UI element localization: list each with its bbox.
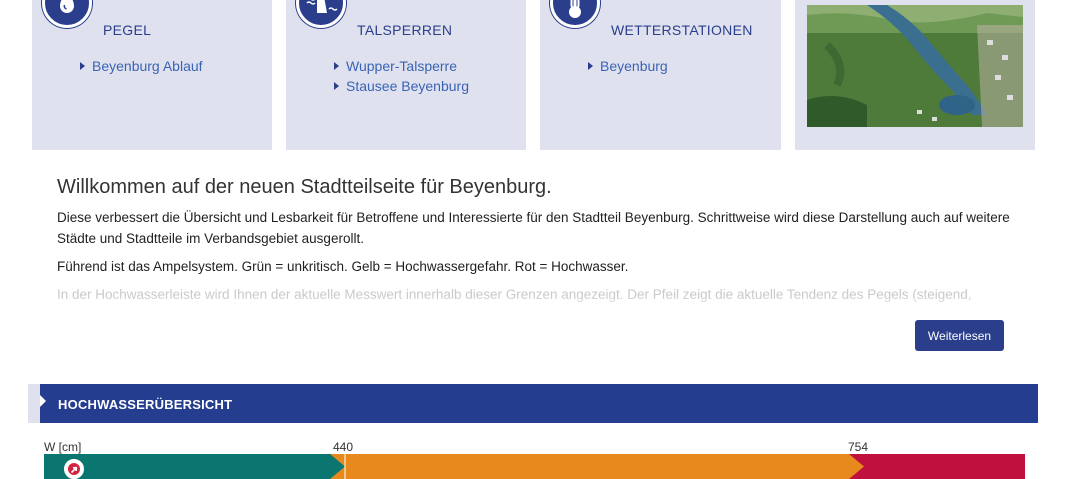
threshold-notch-1 [330, 454, 346, 479]
read-more-button[interactable]: Weiterlesen [915, 320, 1004, 351]
card-link-list: Wupper-Talsperre Stausee Beyenburg [334, 56, 469, 96]
card-wetterstationen: WETTERSTATIONEN Beyenburg [540, 0, 781, 150]
card-link-list: Beyenburg [588, 56, 668, 76]
card-link-list: Beyenburg Ablauf [80, 56, 203, 76]
dam-icon [296, 0, 346, 28]
threshold-notch-2 [849, 454, 864, 479]
welcome-heading: Willkommen auf der neuen Stadtteilseite … [57, 176, 552, 198]
trend-rising-icon [68, 463, 80, 475]
level-green-segment [44, 454, 345, 479]
chevron-right-icon [588, 62, 593, 70]
card-talsperren: TALSPERREN Wupper-Talsperre Stausee Beye… [286, 0, 526, 150]
scale-unit-label: W [cm] [44, 440, 82, 454]
card-photo [795, 0, 1035, 150]
welcome-paragraph-1: Diese verbessert die Übersicht und Lesba… [57, 210, 1010, 246]
welcome-paragraph-2: Führend ist das Ampelsystem. Grün = unkr… [57, 259, 629, 274]
threshold-label-1: 440 [333, 440, 354, 454]
threshold-label-2: 754 [848, 440, 869, 454]
card-title: TALSPERREN [357, 22, 453, 38]
water-drop-icon [42, 0, 92, 28]
card-pegel: PEGEL Beyenburg Ablauf [32, 0, 272, 150]
chevron-right-icon [334, 62, 339, 70]
link-beyenburg-weather[interactable]: Beyenburg [588, 56, 668, 76]
welcome-section: Willkommen auf der neuen Stadtteilseite … [57, 176, 1017, 319]
section-title: HOCHWASSERÜBERSICHT [58, 397, 233, 412]
card-title: PEGEL [103, 22, 152, 38]
chevron-right-icon [80, 62, 85, 70]
section-header-bar: HOCHWASSERÜBERSICHT [28, 384, 1038, 423]
thermometer-icon [550, 0, 600, 28]
link-beyenburg-ablauf[interactable]: Beyenburg Ablauf [80, 56, 203, 76]
section-header-strip [28, 384, 40, 423]
level-orange-segment [345, 454, 861, 479]
welcome-paragraph-3: In der Hochwasserleiste wird Ihnen der a… [57, 284, 1017, 312]
card-title: WETTERSTATIONEN [611, 22, 753, 38]
current-level-marker[interactable] [64, 459, 84, 479]
level-red-segment [861, 454, 1025, 479]
aerial-photo-beyenburg [807, 5, 1023, 127]
link-stausee-beyenburg[interactable]: Stausee Beyenburg [334, 76, 469, 96]
link-wupper-talsperre[interactable]: Wupper-Talsperre [334, 56, 469, 76]
flood-level-bar [44, 454, 1025, 479]
section-arrow-icon [40, 395, 46, 407]
chevron-right-icon [334, 82, 339, 90]
